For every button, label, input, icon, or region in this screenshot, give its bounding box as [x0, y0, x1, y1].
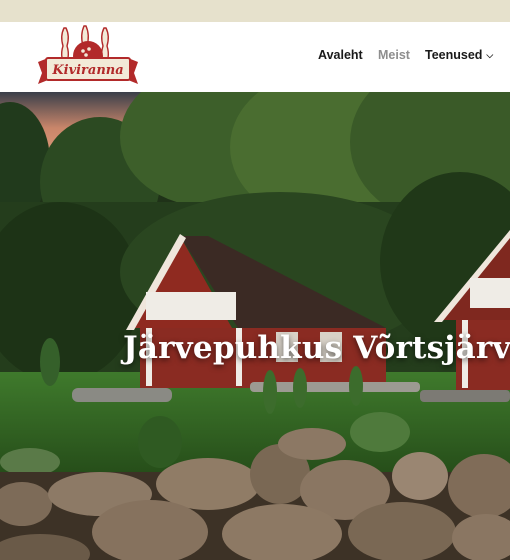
nav-item-avaleht[interactable]: Avaleht	[318, 48, 363, 62]
nav-item-label: Avaleht	[318, 48, 363, 62]
nav-item-meist[interactable]: Meist	[378, 48, 410, 62]
top-bar	[0, 0, 510, 22]
nav-item-teenused[interactable]: Teenused ⌵	[425, 48, 493, 62]
logo-text: Kiviranna	[51, 63, 123, 78]
hero-background-image	[0, 92, 510, 560]
hero-title: Järvepuhkus Võrtsjärve	[123, 330, 510, 366]
nav-item-label: Teenused	[425, 48, 483, 62]
site-logo[interactable]: Kiviranna	[34, 24, 142, 90]
kiviranna-logo-icon: Kiviranna	[38, 25, 138, 84]
nav-item-label: Meist	[378, 48, 410, 62]
chevron-down-icon: ⌵	[486, 50, 494, 60]
hero-banner: Järvepuhkus Võrtsjärve	[0, 92, 510, 560]
site-header: Kiviranna Avaleht Meist Teenused ⌵	[0, 22, 510, 92]
